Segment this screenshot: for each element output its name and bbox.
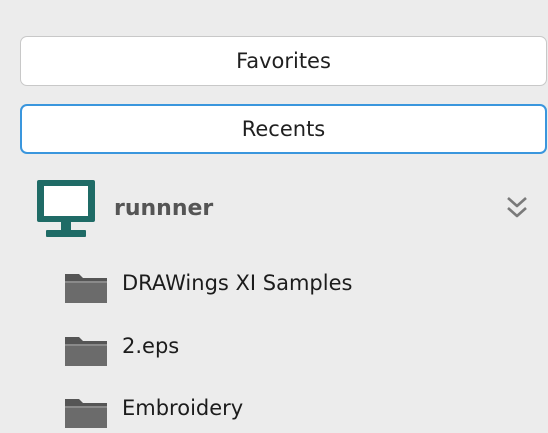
recents-button-label: Recents — [241, 117, 326, 141]
device-name: runnner — [114, 196, 214, 221]
device-row-runnner[interactable]: runnner — [34, 178, 544, 240]
recents-button[interactable]: Recents — [20, 104, 547, 154]
folder-item[interactable]: 2.eps — [64, 328, 534, 368]
folder-icon — [65, 337, 107, 366]
folder-label: Embroidery — [122, 396, 244, 420]
monitor-icon — [37, 180, 95, 237]
file-browser-panel: Favorites Recents runnner DRAWings XI Sa… — [0, 0, 548, 433]
folder-item[interactable]: Embroidery — [64, 390, 534, 430]
folder-icon — [65, 399, 107, 428]
folder-icon — [65, 274, 107, 303]
folder-label: DRAWings XI Samples — [122, 271, 353, 295]
folder-label: 2.eps — [122, 334, 180, 358]
favorites-button-label: Favorites — [236, 49, 331, 73]
folder-item[interactable]: DRAWings XI Samples — [64, 265, 534, 305]
favorites-button[interactable]: Favorites — [20, 36, 547, 86]
double-chevron-down-icon[interactable] — [504, 192, 530, 222]
